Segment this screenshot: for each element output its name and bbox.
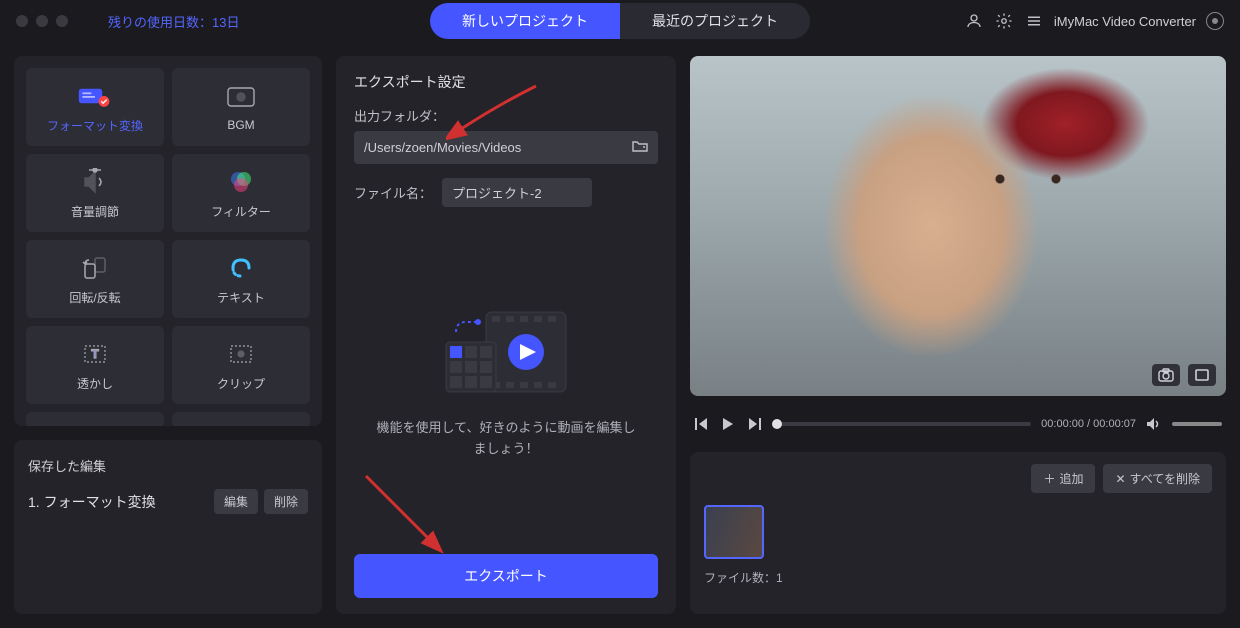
tool-format-convert[interactable]: フォーマット変換 [26, 68, 164, 146]
saved-edit-row: 1. フォーマット変換 編集 削除 [28, 489, 308, 514]
tab-recent-projects[interactable]: 最近のプロジェクト [620, 3, 810, 39]
saved-edits-panel: 保存した編集 1. フォーマット変換 編集 削除 [14, 440, 322, 614]
settings-icon[interactable] [994, 11, 1014, 31]
export-hint: 機能を使用して、好きのように動画を編集しましょう！ [354, 418, 658, 460]
tool-label: フィルター [211, 203, 271, 220]
titlebar: 残りの使用日数：13日 新しいプロジェクト 最近のプロジェクト iMyMac V… [0, 0, 1240, 42]
timeline-slider[interactable] [772, 422, 1031, 426]
player-controls: 00:00:00 / 00:00:07 [690, 410, 1226, 438]
volume-slider[interactable] [1172, 422, 1222, 426]
bgm-icon [223, 82, 259, 112]
svg-text:T: T [91, 347, 99, 361]
maximize-window-icon[interactable] [56, 15, 68, 27]
minimize-window-icon[interactable] [36, 15, 48, 27]
prev-frame-icon[interactable] [694, 416, 710, 432]
rotate-icon [77, 253, 113, 283]
export-button[interactable]: エクスポート [354, 554, 658, 598]
file-count: ファイル数：1 [704, 569, 1212, 586]
export-illustration: 機能を使用して、好きのように動画を編集しましょう！ [354, 207, 658, 554]
filter-icon [223, 167, 259, 197]
tool-more-2[interactable] [172, 412, 310, 426]
volume-icon[interactable] [1146, 416, 1162, 432]
file-name-label: ファイル名： [354, 183, 432, 202]
delete-all-button[interactable]: ✕すべてを削除 [1103, 464, 1212, 493]
menu-icon[interactable] [1024, 11, 1044, 31]
tool-volume[interactable]: 音量調節 [26, 154, 164, 232]
saved-edit-name: 1. フォーマット変換 [28, 492, 156, 512]
plus-icon: ＋ [1043, 470, 1055, 487]
volume-icon [77, 167, 113, 197]
text-icon [223, 253, 259, 283]
file-name-input[interactable] [442, 178, 592, 207]
trial-days-left: 残りの使用日数：13日 [108, 12, 239, 31]
tool-label: BGM [227, 118, 254, 132]
export-settings-title: エクスポート設定 [354, 72, 658, 92]
tool-label: フォーマット変換 [47, 117, 143, 134]
trash-icon: ✕ [1115, 472, 1125, 486]
project-tabs: 新しいプロジェクト 最近のプロジェクト [430, 3, 810, 39]
tool-more-1[interactable] [26, 412, 164, 426]
tool-rotate[interactable]: 回転/反転 [26, 240, 164, 318]
app-name: iMyMac Video Converter [1054, 14, 1196, 29]
video-preview [690, 56, 1226, 396]
clip-icon [223, 339, 259, 369]
saved-delete-button[interactable]: 削除 [264, 489, 308, 514]
tool-watermark[interactable]: T 透かし [26, 326, 164, 404]
preview-frame [690, 56, 1226, 396]
watermark-icon: T [77, 339, 113, 369]
account-icon[interactable] [964, 11, 984, 31]
output-folder-field[interactable]: /Users/zoen/Movies/Videos [354, 131, 658, 164]
add-file-button[interactable]: ＋追加 [1031, 464, 1095, 493]
format-convert-icon [77, 81, 113, 111]
tool-filter[interactable]: フィルター [172, 154, 310, 232]
filmstrip-icon [436, 302, 576, 412]
tool-grid: フォーマット変換 BGM 音量調節 [14, 56, 322, 426]
record-icon[interactable] [1206, 12, 1224, 30]
tool-label: 回転/反転 [69, 289, 120, 306]
snapshot-icon[interactable] [1152, 364, 1180, 386]
tool-text[interactable]: テキスト [172, 240, 310, 318]
close-window-icon[interactable] [16, 15, 28, 27]
output-folder-path: /Users/zoen/Movies/Videos [364, 140, 521, 155]
tool-bgm[interactable]: BGM [172, 68, 310, 146]
tool-label: 透かし [77, 375, 113, 392]
time-display: 00:00:00 / 00:00:07 [1041, 418, 1136, 430]
output-folder-label: 出力フォルダ： [354, 106, 658, 125]
tool-label: 音量調節 [71, 203, 119, 220]
file-thumbnail[interactable] [704, 505, 764, 559]
play-icon[interactable] [720, 416, 736, 432]
file-list-panel: ＋追加 ✕すべてを削除 ファイル数：1 [690, 452, 1226, 614]
tool-label: クリップ [217, 375, 265, 392]
next-frame-icon[interactable] [746, 416, 762, 432]
export-panel: エクスポート設定 出力フォルダ： /Users/zoen/Movies/Vide… [336, 56, 676, 614]
tool-label: テキスト [217, 289, 265, 306]
fullscreen-icon[interactable] [1188, 364, 1216, 386]
tool-clip[interactable]: クリップ [172, 326, 310, 404]
browse-folder-icon[interactable] [632, 139, 648, 156]
window-controls [16, 15, 68, 27]
saved-edits-title: 保存した編集 [28, 456, 308, 475]
tab-new-project[interactable]: 新しいプロジェクト [430, 3, 620, 39]
saved-edit-button[interactable]: 編集 [214, 489, 258, 514]
